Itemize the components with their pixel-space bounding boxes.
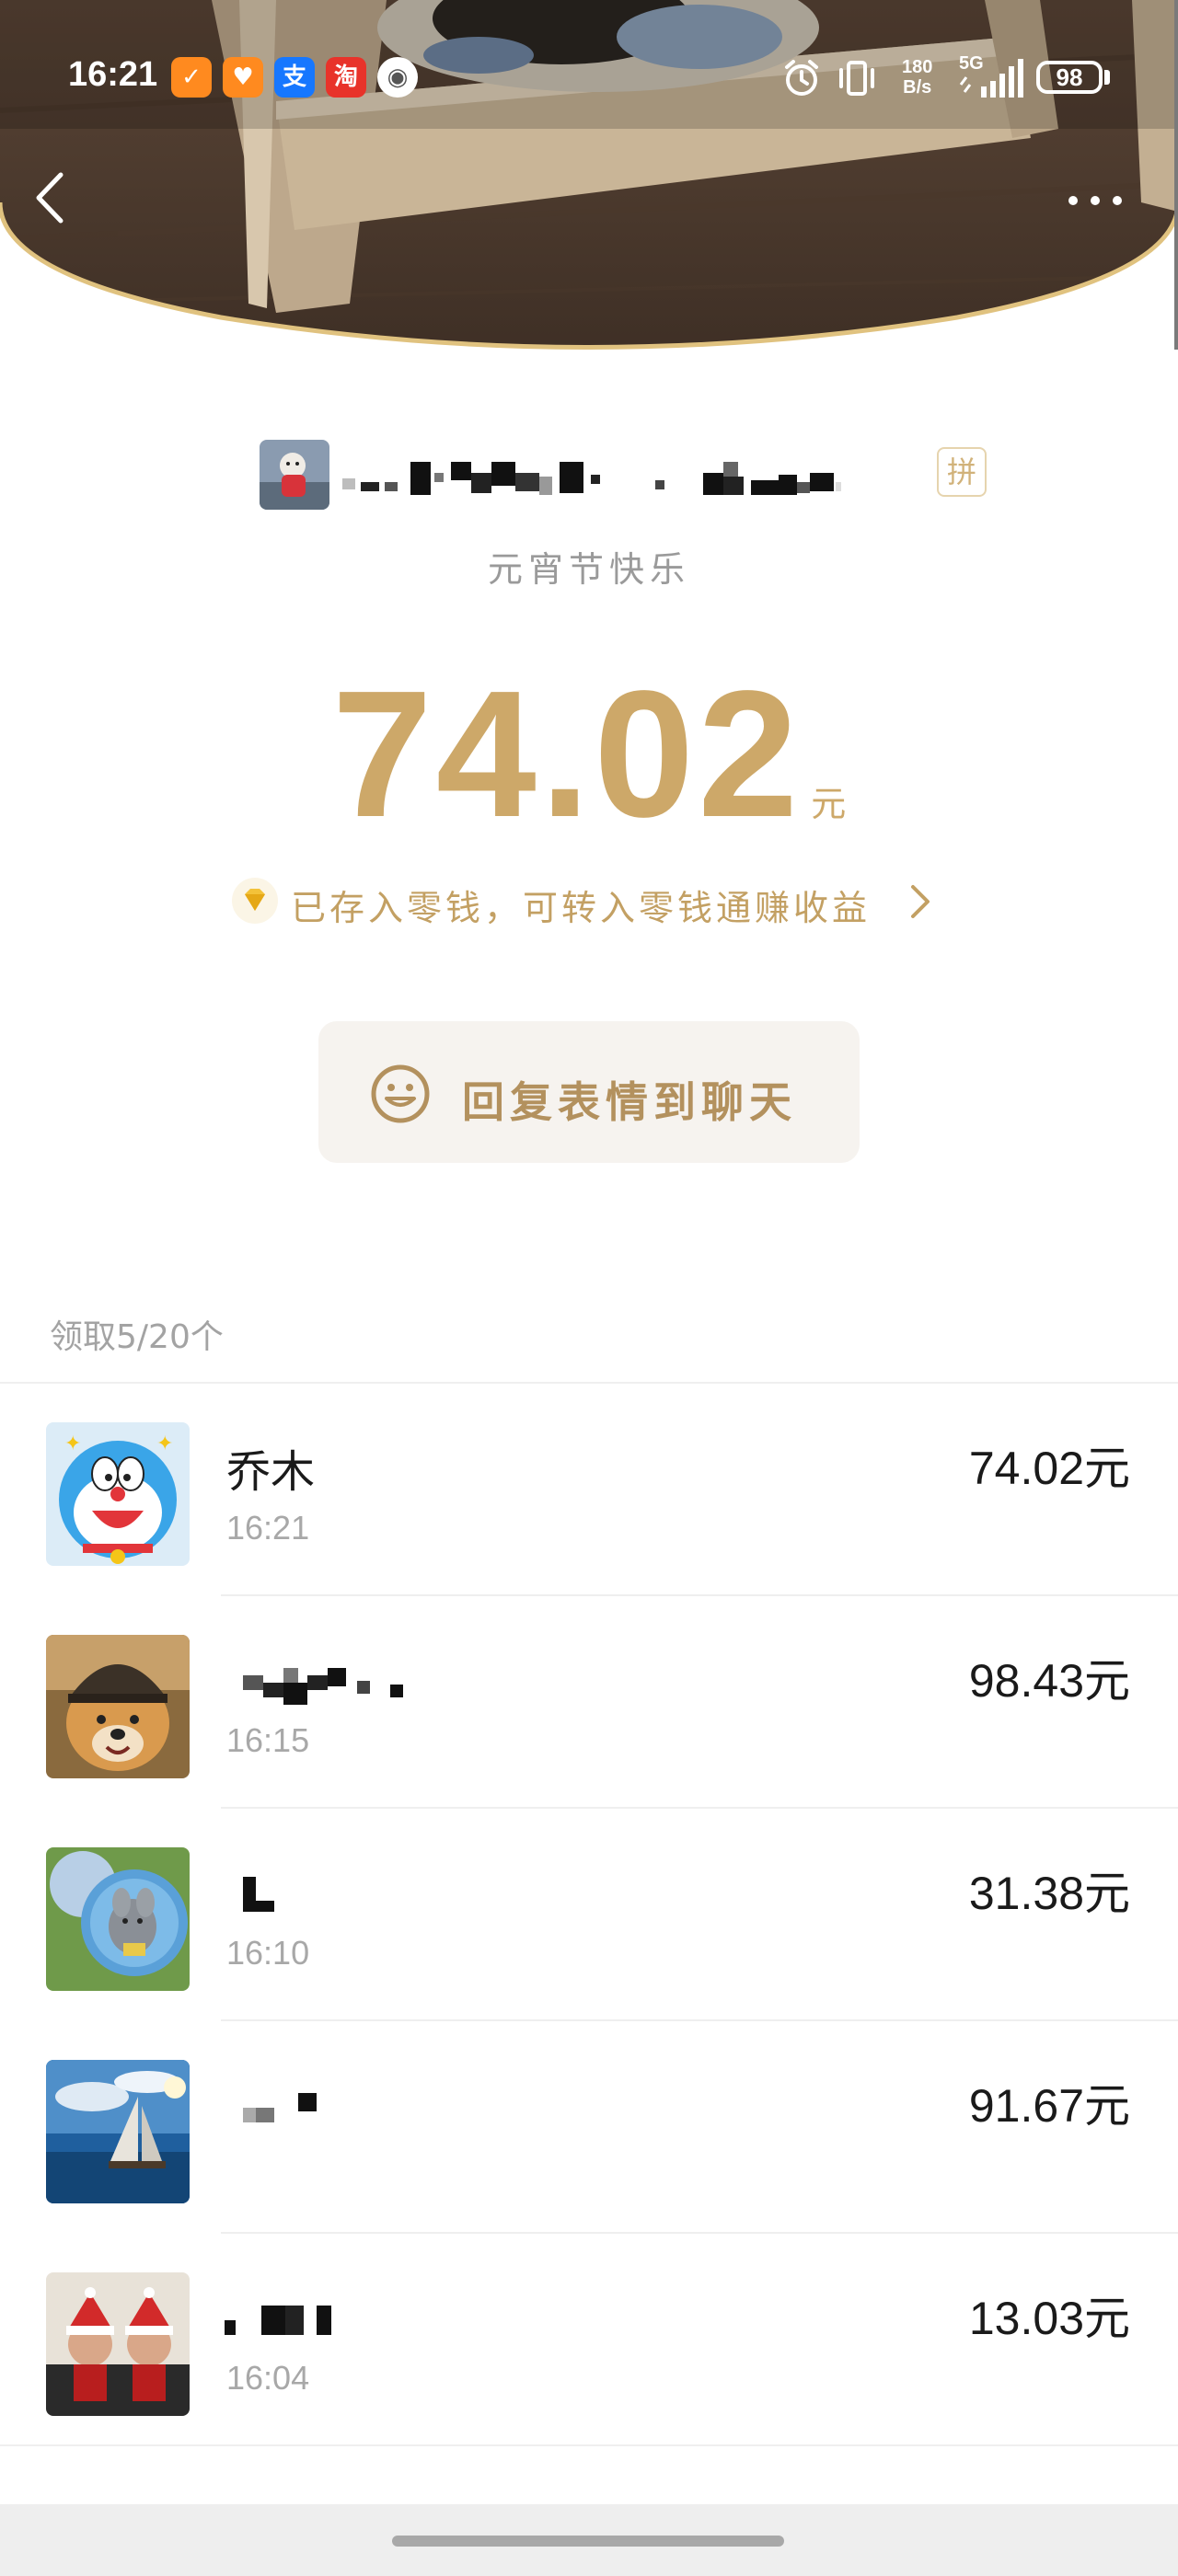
app-1-icon: ✓ xyxy=(171,57,212,98)
svg-text:✦: ✦ xyxy=(64,1432,81,1455)
chevron-left-icon xyxy=(36,172,64,224)
system-navigation-bar xyxy=(0,2504,1178,2576)
claimant-name-censored xyxy=(243,2093,317,2122)
claimant-avatar xyxy=(46,1635,190,1778)
claimant-avatar xyxy=(46,1847,190,1991)
battery-indicator: 98 xyxy=(1036,61,1103,94)
diamond-icon xyxy=(245,889,265,911)
claim-time: 16:04 xyxy=(226,2359,310,2397)
reply-button-label: 回复表情到聊天 xyxy=(462,1077,797,1127)
smiley-icon xyxy=(371,1064,430,1123)
row-divider xyxy=(0,2444,1178,2446)
taobao-icon: 淘 xyxy=(326,57,366,98)
claimant-avatar xyxy=(46,2272,190,2416)
svg-text:✦: ✦ xyxy=(156,1432,173,1455)
alarm-icon xyxy=(785,60,818,96)
signal-icon xyxy=(959,59,1023,98)
claimant-avatar xyxy=(46,2060,190,2203)
claim-amount: 13.03元 xyxy=(968,2293,1130,2344)
claim-amount: 31.38元 xyxy=(968,1868,1130,1919)
more-options-button[interactable] xyxy=(1058,184,1132,217)
network-speed: 180 B/s xyxy=(902,57,932,98)
chevron-right-icon xyxy=(911,885,930,918)
claimed-list: ✦ ✦ 乔木 16:21 74.02元 16:15 98.43元 16:10 3… xyxy=(0,1384,1178,2446)
battery-tip xyxy=(1104,70,1110,85)
claim-amount: 91.67元 xyxy=(968,2080,1130,2132)
claimed-count: 领取5/20个 xyxy=(50,1318,224,1356)
network-speed-value: 180 xyxy=(902,57,933,77)
header-photo: 16:21 ✓ ♥ 支 淘 ◉ 180 B/s 5G 98 xyxy=(0,0,1178,359)
network-speed-unit: B/s xyxy=(903,77,932,98)
claim-amount: 98.43元 xyxy=(968,1655,1130,1707)
claimant-name-censored xyxy=(225,2306,331,2335)
greeting-text: 元宵节快乐 xyxy=(487,549,690,590)
claimed-row[interactable]: 16:15 98.43元 xyxy=(0,1596,1178,1809)
reply-with-sticker-button[interactable]: 回复表情到聊天 xyxy=(318,1021,860,1163)
claimed-row[interactable]: ✦ ✦ 乔木 16:21 74.02元 xyxy=(0,1384,1178,1596)
sender-info: 拼 xyxy=(260,436,996,510)
sender-name-censored xyxy=(342,462,841,495)
claimed-row[interactable]: 16:10 31.38元 xyxy=(0,1809,1178,2021)
claimant-name-censored xyxy=(243,1668,403,1705)
claim-time: 16:21 xyxy=(226,1509,310,1547)
pin-tag: 拼 xyxy=(937,447,987,497)
claimed-row[interactable]: 91.67元 xyxy=(0,2021,1178,2234)
claimant-name-censored xyxy=(243,1877,274,1912)
stored-to-change-link[interactable]: 已存入零钱，可转入零钱通赚收益 xyxy=(232,872,968,928)
claim-time: 16:15 xyxy=(226,1721,310,1759)
claimant-name: 乔木 xyxy=(226,1446,316,1498)
back-button[interactable] xyxy=(26,166,77,230)
amount-value: 74.02 xyxy=(331,653,803,855)
claimed-row[interactable]: 16:04 13.03元 xyxy=(0,2234,1178,2446)
home-indicator[interactable] xyxy=(392,2536,784,2547)
claimant-avatar: ✦ ✦ xyxy=(46,1422,190,1566)
claim-time: 16:10 xyxy=(226,1934,310,1972)
amount-display: 74.02 元 xyxy=(0,662,1178,846)
app-2-icon: ♥ xyxy=(223,57,263,98)
alipay-icon: 支 xyxy=(274,57,315,98)
claim-amount: 74.02元 xyxy=(968,1443,1130,1494)
status-time: 16:21 xyxy=(68,55,158,94)
audio-icon: ◉ xyxy=(377,57,418,98)
diamond-badge xyxy=(232,878,278,924)
vibrate-icon xyxy=(839,61,874,96)
stored-note-text: 已存入零钱，可转入零钱通赚收益 xyxy=(291,888,872,928)
status-bar: 16:21 ✓ ♥ 支 淘 ◉ 180 B/s 5G 98 xyxy=(0,48,1178,107)
amount-unit: 元 xyxy=(811,784,847,824)
sender-avatar xyxy=(260,440,329,510)
more-dots-icon xyxy=(1068,196,1122,205)
